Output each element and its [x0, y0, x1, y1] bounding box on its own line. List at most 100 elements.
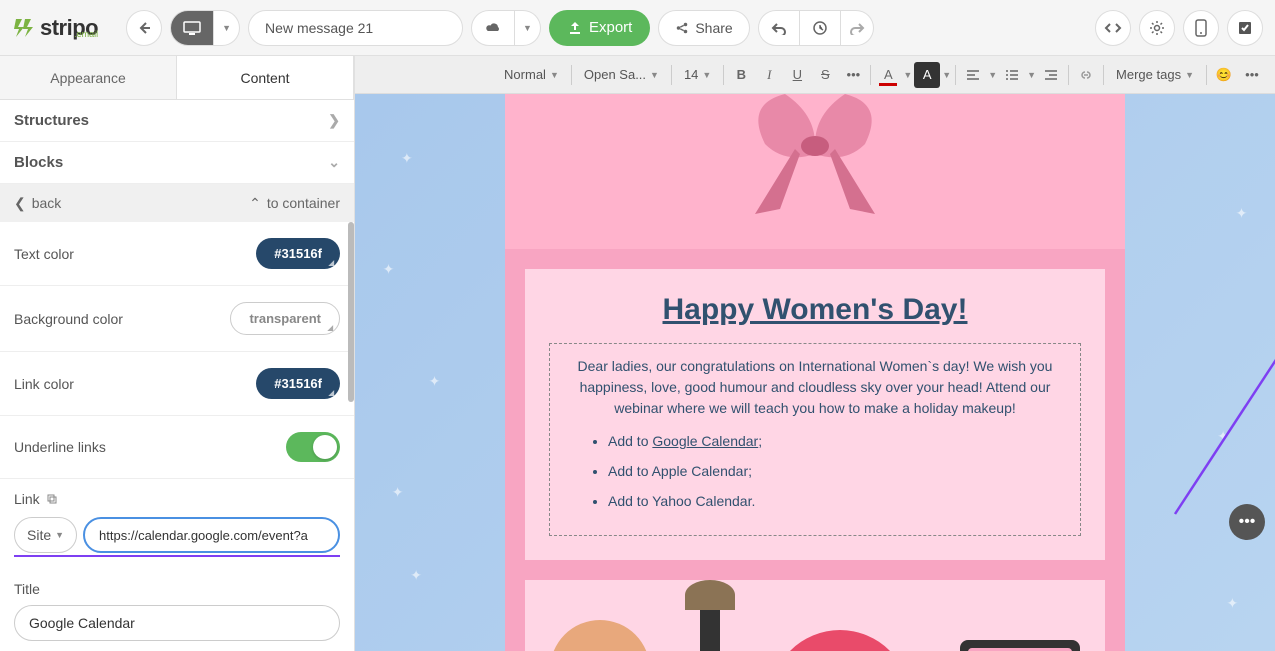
chevron-right-icon: ❯ — [328, 112, 340, 129]
align-button[interactable] — [960, 62, 986, 88]
italic-button[interactable]: I — [756, 62, 782, 88]
back-link[interactable]: ❮ back — [14, 195, 61, 212]
export-button[interactable]: Export — [549, 10, 650, 46]
link-color-label: Link color — [14, 376, 74, 392]
mobile-preview-button[interactable] — [1183, 10, 1219, 46]
emoji-button[interactable]: 😊 — [1211, 62, 1237, 88]
more-formatting-button[interactable]: ••• — [840, 62, 866, 88]
settings-button[interactable] — [1139, 10, 1175, 46]
email-body: Happy Women's Day! Dear ladies, our cong… — [505, 94, 1125, 651]
more-actions-fab[interactable]: ••• — [1229, 504, 1265, 540]
topbar-right — [1095, 10, 1263, 46]
bg-color-row: Background color transparent — [0, 286, 354, 352]
big-badge: BIG — [770, 630, 910, 651]
list-icon — [1005, 69, 1019, 81]
chevron-down-icon[interactable]: ▼ — [1027, 70, 1036, 80]
highlight-button[interactable]: A — [914, 62, 940, 88]
chevron-down-icon: ▼ — [222, 23, 231, 33]
list-item[interactable]: Add to Google Calendar; — [608, 433, 1062, 449]
share-button[interactable]: Share — [658, 10, 749, 46]
chevron-up-icon: ⌃ — [249, 195, 261, 212]
more-button[interactable]: ••• — [1239, 62, 1265, 88]
copy-icon[interactable] — [46, 493, 58, 505]
chevron-down-icon[interactable]: ▼ — [903, 70, 912, 80]
chevron-down-icon[interactable]: ▼ — [942, 70, 951, 80]
link-type-label: Site — [27, 527, 51, 543]
title-input[interactable] — [14, 605, 340, 641]
logo-icon — [12, 16, 36, 40]
list-item[interactable]: Add to Yahoo Calendar. — [608, 493, 1062, 509]
cloud-dropdown[interactable]: ▼ — [515, 10, 541, 46]
view-dropdown[interactable]: ▼ — [214, 10, 240, 46]
back-row: ❮ back ⌃ to container — [0, 184, 354, 222]
tab-appearance[interactable]: Appearance — [0, 56, 177, 99]
section-blocks[interactable]: Blocks ⌄ — [0, 142, 354, 184]
list-item[interactable]: Add to Apple Calendar; — [608, 463, 1062, 479]
checklist-icon — [1237, 20, 1253, 36]
cloud-icon — [484, 21, 502, 35]
topbar: stripo .email ▼ ▼ Export Share — [0, 0, 1275, 56]
chevron-left-icon: ❮ — [14, 195, 26, 212]
cloud-save-button[interactable] — [471, 10, 515, 46]
link-heading: Link — [14, 491, 340, 507]
paragraph-select[interactable]: Normal▼ — [496, 63, 567, 86]
link-color-picker[interactable]: #31516f — [256, 368, 340, 399]
email-canvas[interactable]: ✦✦ ✦✦ ✦✦ ✦✦ Happy Women's Day! Dear lad — [355, 94, 1275, 651]
font-select[interactable]: Open Sa...▼ — [576, 63, 667, 86]
link-color-row: Link color #31516f — [0, 352, 354, 416]
merge-tags-select[interactable]: Merge tags▼ — [1108, 63, 1202, 86]
code-button[interactable] — [1095, 10, 1131, 46]
back-button[interactable] — [126, 10, 162, 46]
checklist-button[interactable] — [1227, 10, 1263, 46]
product-image — [550, 620, 650, 651]
mobile-icon — [1195, 19, 1207, 37]
chevron-down-icon: ▼ — [550, 70, 559, 80]
text-color-button[interactable]: A — [875, 62, 901, 88]
to-container-link[interactable]: ⌃ to container — [249, 195, 340, 212]
link-type-select[interactable]: Site ▼ — [14, 517, 77, 553]
undo-button[interactable] — [758, 10, 800, 46]
message-title-input[interactable] — [248, 10, 463, 46]
font-size-select[interactable]: 14▼ — [676, 63, 719, 86]
share-icon — [675, 21, 689, 35]
text-block-selected[interactable]: Dear ladies, our congratulations on Inte… — [549, 343, 1081, 536]
email-paragraph: Dear ladies, our congratulations on Inte… — [568, 356, 1062, 419]
chevron-down-icon: ▼ — [1185, 70, 1194, 80]
text-color-picker[interactable]: #31516f — [256, 238, 340, 269]
chevron-down-icon[interactable]: ▼ — [988, 70, 997, 80]
logo-subtext: .email — [74, 29, 98, 39]
bold-button[interactable]: B — [728, 62, 754, 88]
strikethrough-button[interactable]: S — [812, 62, 838, 88]
calendar-list: Add to Google Calendar; Add to Apple Cal… — [568, 433, 1062, 509]
link-url-input[interactable] — [83, 517, 340, 553]
chevron-down-icon: ▼ — [702, 70, 711, 80]
link-button[interactable] — [1073, 62, 1099, 88]
desktop-icon — [183, 21, 201, 35]
arrow-left-icon — [136, 20, 152, 36]
underline-label: Underline links — [14, 439, 106, 455]
sidebar-tabs: Appearance Content — [0, 56, 354, 100]
scrollbar[interactable] — [348, 222, 354, 402]
compact-image — [960, 640, 1080, 651]
logo: stripo .email — [12, 15, 98, 41]
google-calendar-link[interactable]: Google Calendar — [652, 433, 758, 449]
content-card: Happy Women's Day! Dear ladies, our cong… — [525, 269, 1105, 560]
chevron-down-icon: ▼ — [523, 23, 532, 33]
tab-content[interactable]: Content — [177, 56, 354, 99]
section-structures[interactable]: Structures ❯ — [0, 100, 354, 142]
desktop-view-button[interactable] — [170, 10, 214, 46]
history-group — [758, 10, 874, 46]
ribbon-area — [505, 94, 1125, 249]
underline-button[interactable]: U — [784, 62, 810, 88]
text-color-label: Text color — [14, 246, 74, 262]
redo-button[interactable] — [841, 10, 874, 46]
bg-color-picker[interactable]: transparent — [230, 302, 340, 335]
indent-button[interactable] — [1038, 62, 1064, 88]
history-button[interactable] — [800, 10, 841, 46]
undo-icon — [771, 21, 787, 35]
properties-panel: Text color #31516f Background color tran… — [0, 222, 354, 651]
list-button[interactable] — [999, 62, 1025, 88]
export-icon — [567, 20, 583, 36]
underline-toggle[interactable] — [286, 432, 340, 462]
email-heading[interactable]: Happy Women's Day! — [549, 293, 1081, 327]
